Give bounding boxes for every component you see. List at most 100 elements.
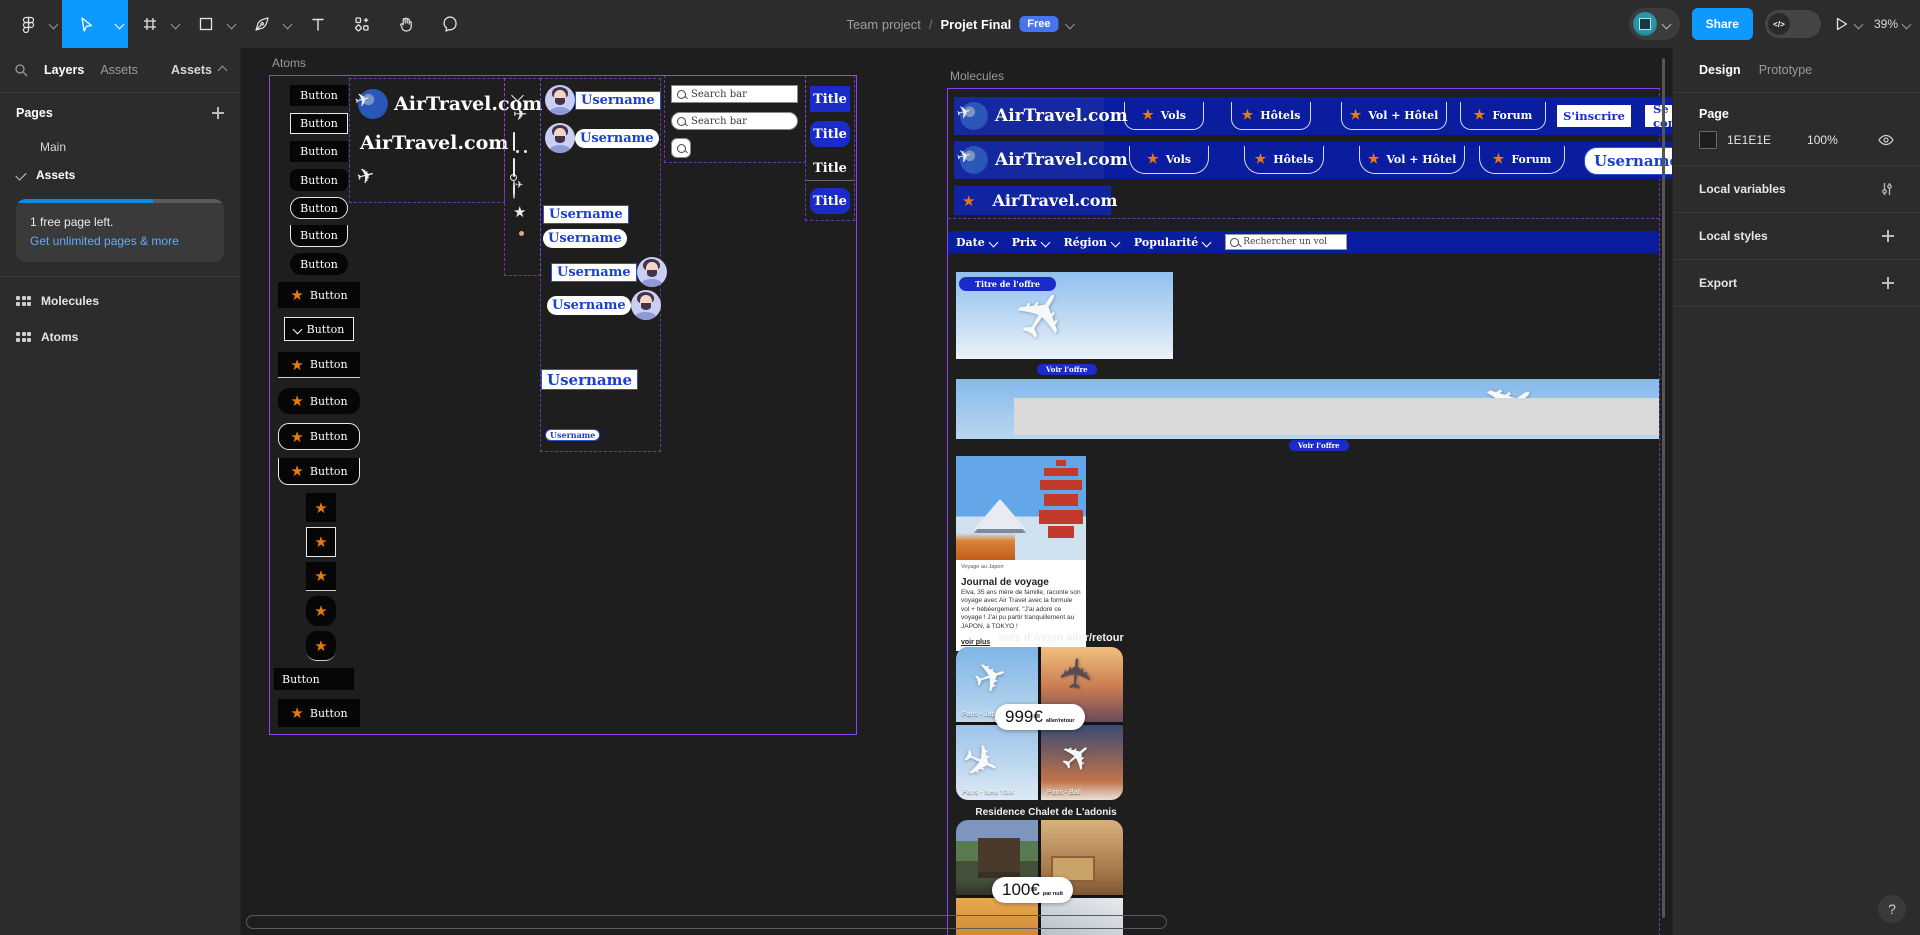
move-tool-chevron[interactable] bbox=[110, 0, 128, 48]
molecule-offer-card[interactable]: ✈ Titre de l'offre Voir l'offre bbox=[956, 272, 1173, 375]
atom-username-rect[interactable]: Username bbox=[543, 205, 629, 224]
local-variables-row[interactable]: Local variables bbox=[1673, 166, 1920, 212]
atom-button-rounded[interactable]: Button bbox=[290, 253, 348, 275]
airplane-icon[interactable]: ✈ bbox=[513, 105, 527, 125]
atom-title-rounded[interactable]: Title bbox=[810, 188, 850, 214]
add-export-button[interactable] bbox=[1882, 277, 1894, 289]
asset-group-atoms[interactable]: Atoms bbox=[0, 319, 240, 355]
chat-people-icon[interactable] bbox=[513, 158, 515, 177]
bus-icon[interactable] bbox=[513, 132, 515, 151]
atoms-frame-label[interactable]: Atoms bbox=[272, 56, 306, 70]
account-menu[interactable] bbox=[1628, 8, 1680, 40]
search-subframe[interactable]: Search bar Search bar bbox=[664, 75, 806, 163]
star-icon[interactable]: ★ bbox=[513, 203, 526, 221]
visibility-eye-icon[interactable] bbox=[1878, 134, 1894, 146]
canvas[interactable]: Atoms Button Button Button Button Button… bbox=[240, 48, 1673, 935]
filter-popularite[interactable]: Popularité bbox=[1134, 236, 1212, 249]
atoms-frame[interactable]: Button Button Button Button Button Butto… bbox=[269, 75, 857, 735]
atom-username-tiny[interactable]: Username bbox=[545, 429, 601, 441]
atom-user-chip[interactable]: Username bbox=[545, 85, 661, 115]
share-button[interactable]: Share bbox=[1691, 8, 1753, 40]
atom-icon-button-star-rounded-underline[interactable]: ★ bbox=[306, 631, 336, 661]
atom-button-star-rounded-outlined[interactable]: ★ Button bbox=[278, 423, 360, 450]
atom-username-rounded[interactable]: Username bbox=[543, 229, 627, 248]
filter-region[interactable]: Région bbox=[1064, 236, 1121, 249]
nav-item-forum[interactable]: ★ Forum bbox=[1479, 146, 1565, 174]
atom-button-dropdown[interactable]: Button bbox=[284, 317, 354, 341]
vertical-scrollbar[interactable] bbox=[1662, 58, 1665, 918]
title-subframe[interactable]: Title Title Title Title bbox=[805, 75, 855, 221]
local-styles-row[interactable]: Local styles bbox=[1673, 213, 1920, 259]
help-button[interactable]: ? bbox=[1878, 895, 1906, 923]
offer-cta-button[interactable]: Voir l'offre bbox=[1037, 364, 1097, 375]
actions-tool-button[interactable] bbox=[340, 0, 384, 48]
atom-icon-button-star[interactable]: ★ bbox=[306, 493, 336, 522]
atom-title-rounded[interactable]: Title bbox=[810, 121, 850, 147]
page-item-main[interactable]: Main bbox=[0, 133, 240, 161]
atom-icon-button-star-underline[interactable]: ★ bbox=[306, 562, 336, 591]
chalet-price-pill[interactable]: 100€ par nuit bbox=[992, 877, 1073, 903]
zoom-control[interactable]: 39% bbox=[1874, 17, 1912, 31]
text-tool-button[interactable] bbox=[296, 0, 340, 48]
atom-button-default[interactable]: Button bbox=[290, 141, 348, 162]
free-plan-badge[interactable]: Free bbox=[1019, 16, 1059, 32]
nav-item-forum[interactable]: ★ Forum bbox=[1460, 102, 1546, 130]
atom-user-chip-rounded[interactable]: Username bbox=[545, 123, 659, 153]
atom-button-underline[interactable]: Button bbox=[290, 225, 348, 247]
nav-item-hotels[interactable]: ★ Hôtels bbox=[1244, 146, 1324, 174]
move-tool-button[interactable] bbox=[62, 0, 110, 48]
atom-button-star-underline[interactable]: ★ Button bbox=[278, 352, 360, 378]
navbar-username-chip[interactable]: Username bbox=[1584, 147, 1673, 175]
atom-searchbar-rounded[interactable]: Search bar bbox=[671, 112, 798, 130]
asset-group-molecules[interactable]: Molecules bbox=[0, 283, 240, 319]
atom-button-rounded-outlined[interactable]: Button bbox=[290, 197, 348, 219]
nav-item-vol-hotel[interactable]: ★ Vol + Hôtel bbox=[1341, 102, 1447, 130]
atom-title-rect[interactable]: Title bbox=[810, 86, 850, 112]
molecule-journal-card[interactable]: Voyage au Japon Journal de voyage Elva, … bbox=[956, 456, 1086, 652]
username-subframe[interactable]: Username Username Username Username User… bbox=[540, 78, 667, 452]
filter-date[interactable]: Date bbox=[956, 236, 999, 249]
comment-tool-button[interactable] bbox=[428, 0, 472, 48]
atom-username-wide[interactable]: Username bbox=[541, 369, 639, 390]
horizontal-scrollbar[interactable] bbox=[246, 915, 1167, 929]
atom-title-plain[interactable]: Title bbox=[810, 155, 850, 181]
molecule-navbar-rounded[interactable]: AirTravel.com ★Vols ★Hôtels ★Vol + Hôtel… bbox=[954, 141, 1673, 179]
molecule-navbar-square[interactable]: AirTravel.com ★Vols ★Hôtels ★Vol + Hôtel… bbox=[954, 97, 1673, 135]
nav-item-vols[interactable]: ★ Vols bbox=[1124, 102, 1204, 130]
atom-button-outlined[interactable]: Button bbox=[290, 113, 348, 134]
page-color-swatch[interactable] bbox=[1699, 131, 1717, 149]
nav-item-hotels[interactable]: ★ Hôtels bbox=[1231, 102, 1311, 130]
filter-prix[interactable]: Prix bbox=[1012, 236, 1051, 249]
atom-icon-button-star-rounded[interactable]: ★ bbox=[306, 596, 336, 626]
frame-tool-chevron[interactable] bbox=[166, 0, 184, 48]
search-icon[interactable] bbox=[14, 63, 28, 77]
globe-travel-icon[interactable] bbox=[513, 180, 515, 199]
banner-cta-button[interactable]: Voir l'offre bbox=[1289, 440, 1349, 451]
signup-button[interactable]: S'inscrire bbox=[1557, 105, 1631, 127]
atom-icon-button-star-outlined[interactable]: ★ bbox=[306, 527, 336, 557]
add-style-button[interactable] bbox=[1882, 230, 1894, 242]
atom-button-star[interactable]: ★ Button bbox=[278, 699, 360, 727]
hand-tool-button[interactable] bbox=[384, 0, 428, 48]
flight-price-pill[interactable]: 999€ aller/retour bbox=[995, 704, 1085, 730]
add-page-button[interactable] bbox=[212, 107, 224, 119]
flight-search-input[interactable]: Rechercher un vol bbox=[1225, 234, 1348, 250]
atom-logo-text[interactable]: AirTravel.com bbox=[360, 132, 508, 154]
molecule-filter-bar[interactable]: Date Prix Région Popularité Rechercher u… bbox=[948, 231, 1659, 253]
atom-user-chip-right-rounded[interactable]: Username bbox=[547, 290, 661, 320]
atom-search-icon-button[interactable] bbox=[671, 138, 691, 158]
file-menu-chevron[interactable] bbox=[1065, 19, 1075, 29]
present-control[interactable] bbox=[1833, 16, 1864, 32]
tab-assets[interactable]: Assets bbox=[100, 63, 138, 77]
page-color-hex[interactable]: 1E1E1E bbox=[1727, 133, 1771, 147]
breadcrumb-file-name[interactable]: Projet Final bbox=[941, 17, 1012, 32]
atom-button-default[interactable]: Button bbox=[290, 85, 348, 106]
upgrade-link[interactable]: Get unlimited pages & more bbox=[30, 234, 210, 248]
page-item-assets[interactable]: Assets bbox=[0, 161, 240, 189]
molecules-frame-label[interactable]: Molecules bbox=[950, 69, 1004, 83]
atom-button-rounded[interactable]: Button bbox=[290, 169, 348, 191]
page-color-opacity[interactable]: 100% bbox=[1807, 133, 1838, 147]
atom-button-star-rounded[interactable]: ★ Button bbox=[278, 388, 360, 414]
pen-tool-chevron[interactable] bbox=[278, 0, 296, 48]
tab-prototype[interactable]: Prototype bbox=[1759, 63, 1813, 77]
